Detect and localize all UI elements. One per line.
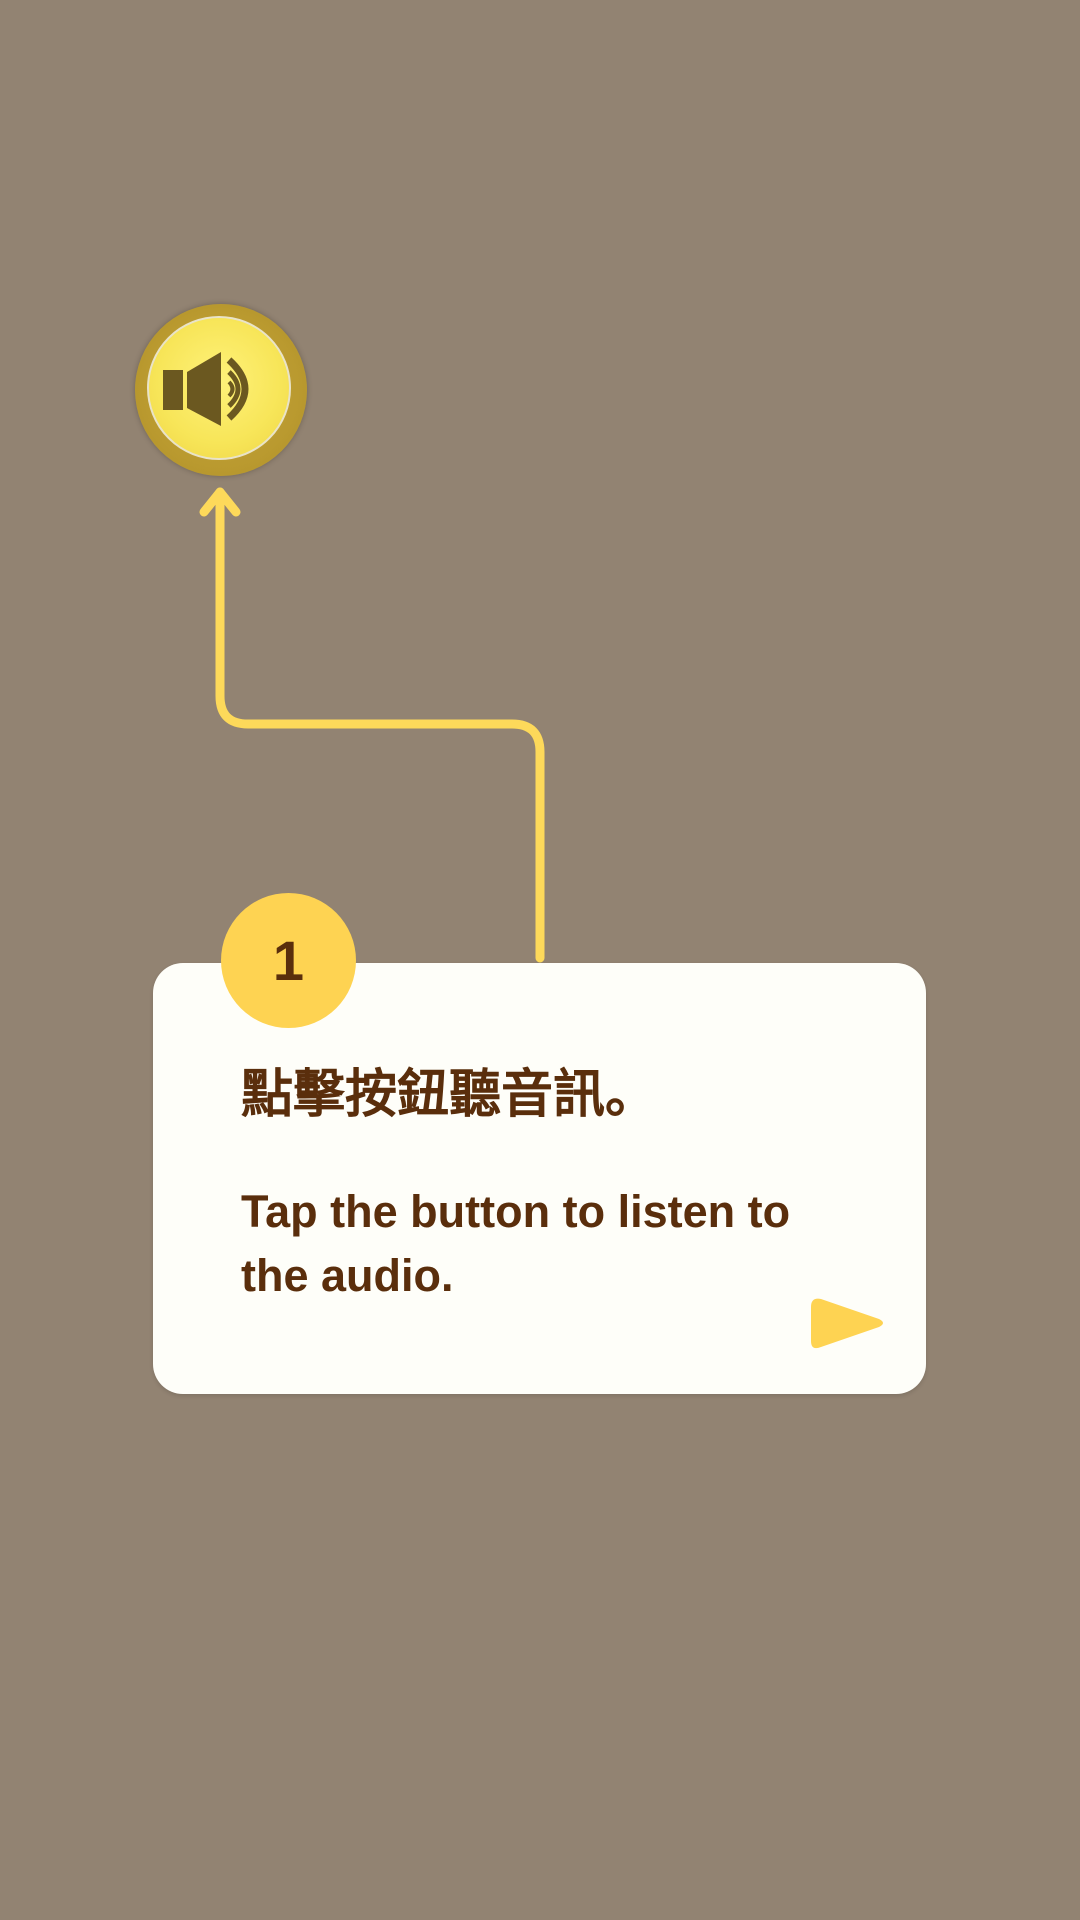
play-audio-button[interactable] xyxy=(135,304,307,476)
speaker-icon xyxy=(163,352,249,426)
instruction-english: Tap the button to listen to the audio. xyxy=(241,1186,791,1301)
pointer-arrow xyxy=(199,487,545,963)
next-button[interactable] xyxy=(803,1293,887,1357)
play-audio-button-face xyxy=(147,316,291,460)
play-arrow-icon xyxy=(811,1298,883,1349)
instruction-chinese: 點擊按鈕聽音訊。 xyxy=(241,1065,658,1125)
step-number: 1 xyxy=(272,929,305,992)
step-badge: 1 xyxy=(221,893,356,1028)
